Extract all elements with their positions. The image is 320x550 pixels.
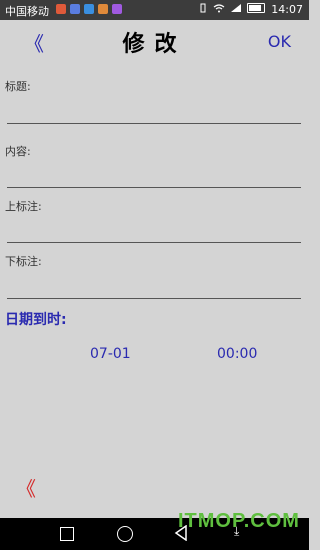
signal-icon [231,4,241,12]
app-notification-icon [112,4,122,14]
page-title: 修改 [122,32,187,57]
time-picker[interactable]: 00:00 [217,346,257,362]
content-input[interactable] [7,165,301,188]
wifi-icon [213,4,225,13]
home-button[interactable] [117,526,133,542]
bottom-back-button[interactable]: 《 [16,473,36,502]
lower-note-input[interactable] [7,276,301,299]
app-notification-icon [98,4,108,14]
watermark-logo: ITMOP.COM [178,510,300,532]
app-notification-icon [70,4,80,14]
app-notification-icon [56,4,66,14]
carrier-name: 中国移动 [5,5,49,18]
clock: 14:07 [271,3,303,16]
due-date-label: 日期到时: [5,312,67,328]
upper-note-input[interactable] [7,220,301,243]
notification-icons [56,4,122,14]
upper-note-label: 上标注: [5,200,42,213]
back-button[interactable]: 《 [24,28,44,57]
recent-apps-button[interactable] [60,527,74,541]
lower-note-label: 下标注: [5,255,42,268]
header: 修改 《 OK [0,20,309,64]
system-icons [198,3,265,13]
status-bar: 中国移动 14:07 [0,0,309,20]
title-input[interactable] [7,101,301,124]
title-label: 标题: [5,80,31,93]
app-notification-icon [84,4,94,14]
date-picker[interactable]: 07-01 [90,346,131,362]
ok-button[interactable]: OK [268,32,291,51]
battery-icon [247,3,265,13]
vibrate-icon [200,3,206,13]
content-label: 内容: [5,145,31,158]
